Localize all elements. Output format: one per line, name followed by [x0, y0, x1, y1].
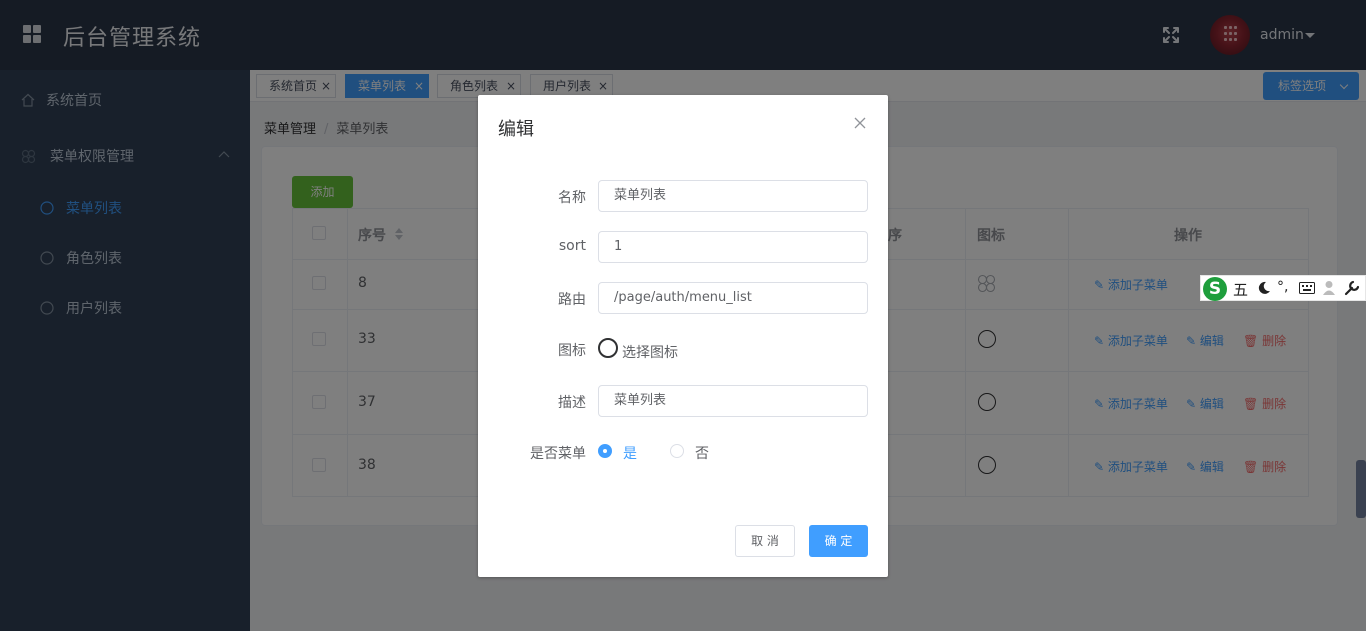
ime-punctuation[interactable]: °, — [1277, 279, 1288, 295]
icon-label: 图标 — [558, 343, 586, 359]
ime-mode[interactable]: 五 — [1233, 279, 1248, 300]
sort-input[interactable]: 1 — [598, 231, 868, 263]
icon-preview-circle — [598, 338, 618, 358]
keyboard-icon[interactable] — [1299, 282, 1315, 294]
select-icon-link[interactable]: 选择图标 — [622, 342, 678, 362]
desc-input[interactable]: 菜单列表 — [598, 385, 868, 417]
name-input[interactable]: 菜单列表 — [598, 180, 868, 212]
dialog-title: 编辑 — [498, 119, 534, 140]
radio-yes-label[interactable]: 是 — [623, 443, 637, 463]
desc-label: 描述 — [558, 395, 586, 411]
scroll-handle[interactable] — [1356, 460, 1366, 518]
radio-no[interactable] — [670, 444, 684, 458]
name-label: 名称 — [558, 190, 586, 206]
close-icon[interactable] — [853, 116, 867, 130]
wrench-icon[interactable] — [1344, 280, 1360, 296]
ime-toolbar[interactable]: S 五 °, — [1200, 275, 1366, 301]
radio-no-label[interactable]: 否 — [695, 443, 709, 463]
confirm-button[interactable]: 确 定 — [809, 525, 868, 557]
ime-logo[interactable]: S — [1203, 277, 1227, 301]
radio-yes[interactable] — [598, 444, 612, 458]
moon-icon[interactable] — [1257, 281, 1271, 295]
edit-dialog: 编辑 名称 菜单列表 sort 1 路由 /page/auth/menu_lis… — [478, 95, 888, 577]
route-input[interactable]: /page/auth/menu_list — [598, 282, 868, 314]
user-icon[interactable] — [1322, 280, 1336, 296]
is-menu-label: 是否菜单 — [530, 446, 586, 462]
sort-label: sort — [558, 238, 586, 254]
route-label: 路由 — [558, 292, 586, 308]
cancel-button[interactable]: 取 消 — [735, 525, 795, 557]
